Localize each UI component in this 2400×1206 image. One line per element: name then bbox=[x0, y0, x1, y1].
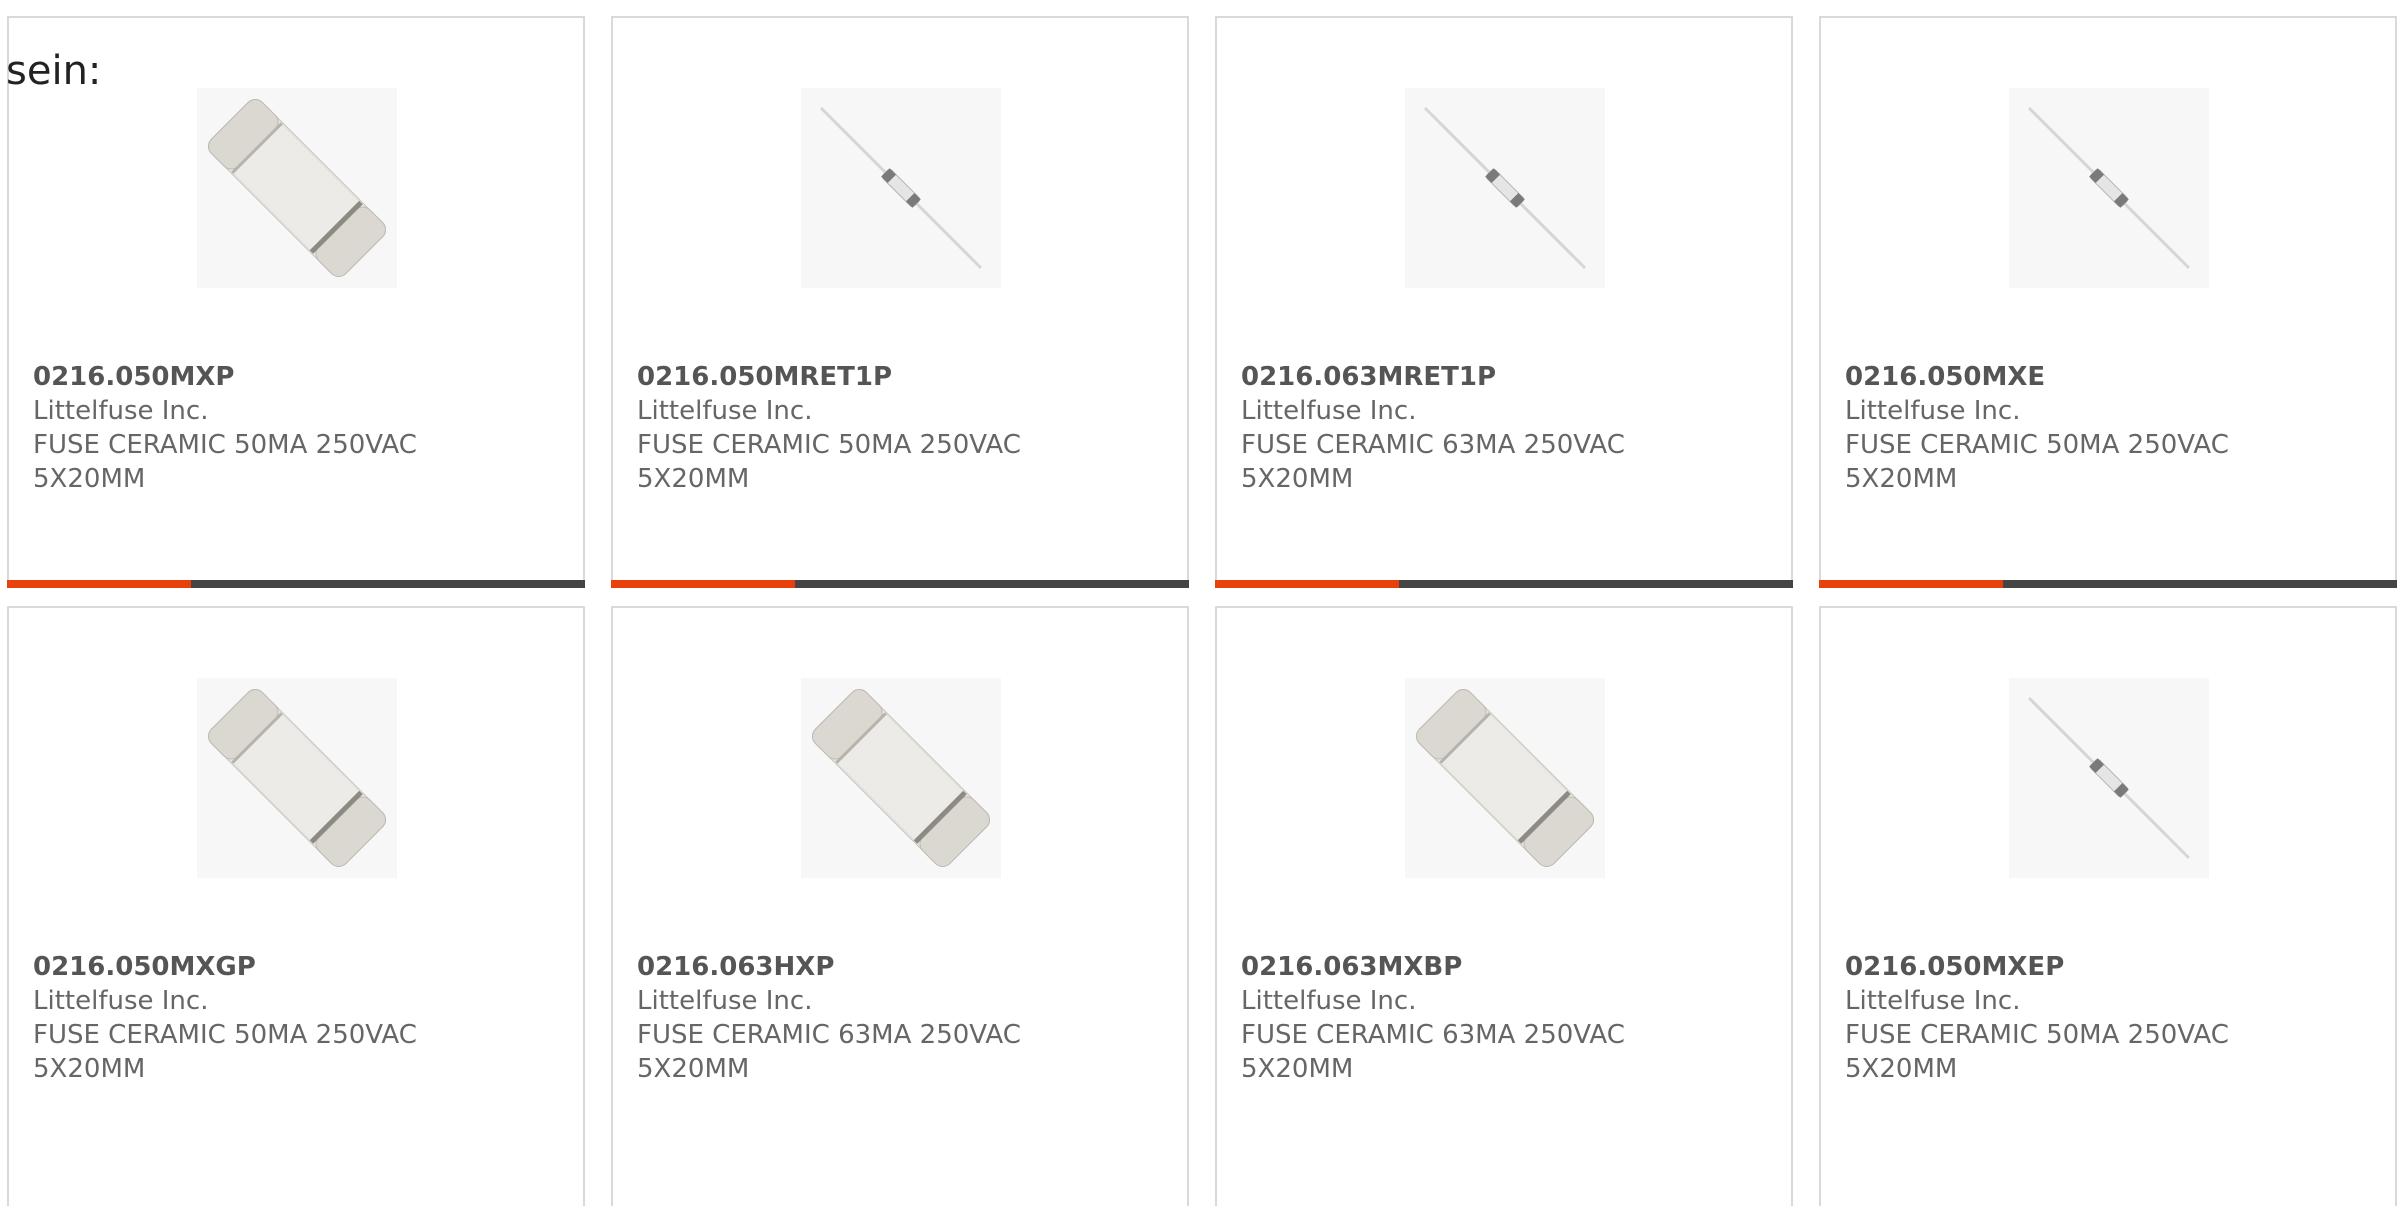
axial-lead-fuse-icon[interactable] bbox=[1405, 88, 1605, 288]
part-number-link[interactable]: 0216.050MXEP bbox=[1845, 950, 2365, 984]
part-number-link[interactable]: 0216.050MRET1P bbox=[637, 360, 1157, 394]
part-number-link[interactable]: 0216.063MXBP bbox=[1241, 950, 1761, 984]
manufacturer: Littelfuse Inc. bbox=[637, 396, 813, 426]
axial-lead-fuse-icon[interactable] bbox=[801, 88, 1001, 288]
part-number-link[interactable]: 0216.063HXP bbox=[637, 950, 1157, 984]
product-grid: 0216.050MXP Littelfuse Inc. FUSE CERAMIC… bbox=[7, 16, 2400, 1206]
part-number-link[interactable]: 0216.050MXP bbox=[33, 360, 553, 394]
ceramic-cartridge-fuse-icon[interactable] bbox=[1405, 678, 1605, 878]
product-card[interactable]: 0216.063HXP Littelfuse Inc. FUSE CERAMIC… bbox=[611, 606, 1189, 1206]
product-description: FUSE CERAMIC 50MA 250VAC 5X20MM bbox=[33, 1020, 417, 1084]
product-card[interactable]: 0216.050MXE Littelfuse Inc. FUSE CERAMIC… bbox=[1819, 16, 2397, 588]
manufacturer: Littelfuse Inc. bbox=[33, 986, 209, 1016]
manufacturer: Littelfuse Inc. bbox=[1845, 986, 2021, 1016]
intro-text: sein: bbox=[6, 48, 102, 94]
product-card[interactable]: 0216.050MXP Littelfuse Inc. FUSE CERAMIC… bbox=[7, 16, 585, 588]
card-accent-bar bbox=[1215, 580, 1793, 588]
part-number-link[interactable]: 0216.050MXE bbox=[1845, 360, 2365, 394]
axial-lead-fuse-icon[interactable] bbox=[2009, 88, 2209, 288]
product-card[interactable]: 0216.063MRET1P Littelfuse Inc. FUSE CERA… bbox=[1215, 16, 1793, 588]
ceramic-cartridge-fuse-icon[interactable] bbox=[197, 88, 397, 288]
product-description: FUSE CERAMIC 50MA 250VAC 5X20MM bbox=[1845, 430, 2229, 494]
product-description: FUSE CERAMIC 50MA 250VAC 5X20MM bbox=[637, 430, 1021, 494]
manufacturer: Littelfuse Inc. bbox=[1845, 396, 2021, 426]
product-card[interactable]: 0216.050MXEP Littelfuse Inc. FUSE CERAMI… bbox=[1819, 606, 2397, 1206]
card-accent-bar bbox=[7, 580, 585, 588]
manufacturer: Littelfuse Inc. bbox=[1241, 396, 1417, 426]
manufacturer: Littelfuse Inc. bbox=[1241, 986, 1417, 1016]
manufacturer: Littelfuse Inc. bbox=[33, 396, 209, 426]
ceramic-cartridge-fuse-icon[interactable] bbox=[801, 678, 1001, 878]
product-description: FUSE CERAMIC 63MA 250VAC 5X20MM bbox=[1241, 430, 1625, 494]
product-card[interactable]: 0216.050MRET1P Littelfuse Inc. FUSE CERA… bbox=[611, 16, 1189, 588]
part-number-link[interactable]: 0216.050MXGP bbox=[33, 950, 553, 984]
product-card[interactable]: 0216.050MXGP Littelfuse Inc. FUSE CERAMI… bbox=[7, 606, 585, 1206]
card-accent-bar bbox=[611, 580, 1189, 588]
part-number-link[interactable]: 0216.063MRET1P bbox=[1241, 360, 1761, 394]
manufacturer: Littelfuse Inc. bbox=[637, 986, 813, 1016]
product-description: FUSE CERAMIC 63MA 250VAC 5X20MM bbox=[1241, 1020, 1625, 1084]
product-description: FUSE CERAMIC 50MA 250VAC 5X20MM bbox=[1845, 1020, 2229, 1084]
product-card[interactable]: 0216.063MXBP Littelfuse Inc. FUSE CERAMI… bbox=[1215, 606, 1793, 1206]
card-accent-bar bbox=[1819, 580, 2397, 588]
product-description: FUSE CERAMIC 50MA 250VAC 5X20MM bbox=[33, 430, 417, 494]
product-description: FUSE CERAMIC 63MA 250VAC 5X20MM bbox=[637, 1020, 1021, 1084]
ceramic-cartridge-fuse-icon[interactable] bbox=[197, 678, 397, 878]
axial-lead-fuse-icon[interactable] bbox=[2009, 678, 2209, 878]
